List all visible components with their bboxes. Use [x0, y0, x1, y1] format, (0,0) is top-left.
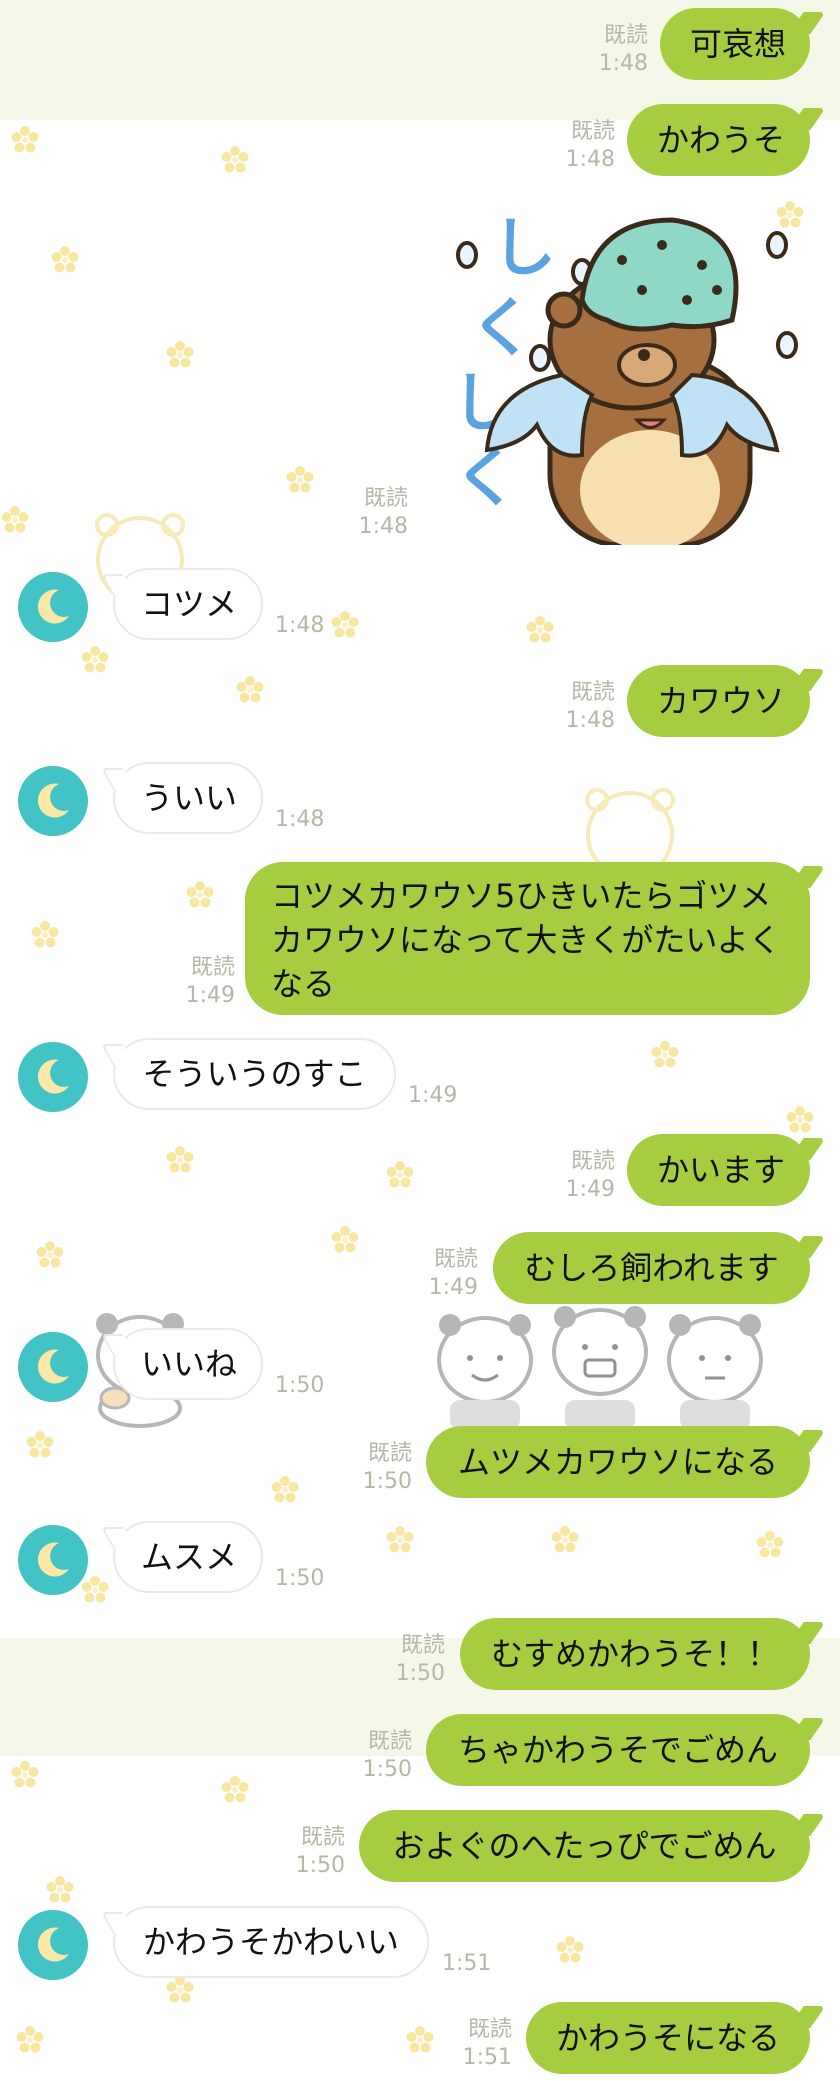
crying-bear-icecream-sticker[interactable]: し く し く — [432, 210, 812, 545]
their-message-bubble[interactable]: いいね — [113, 1328, 263, 1400]
their-message-bubble[interactable]: かわうそかわいい — [113, 1906, 429, 1978]
moon-icon — [37, 783, 69, 818]
message-row: 既読 1:48 し く し く — [0, 210, 840, 550]
message-row: 既読 1:48 かわうそ — [0, 104, 840, 178]
message-time: 1:48 — [565, 147, 615, 172]
read-receipt: 既読 — [570, 680, 615, 705]
message-meta: 既読 1:50 — [332, 1728, 412, 1784]
message-meta: 既読 1:50 — [332, 1440, 412, 1496]
message-meta: 既読 1:49 — [535, 1148, 615, 1204]
contact-avatar[interactable] — [18, 572, 88, 642]
message-row: 既読 1:50 ムツメカワウソになる — [0, 1426, 840, 1500]
read-receipt: 既読 — [400, 1633, 445, 1658]
read-receipt: 既読 — [603, 23, 648, 48]
read-receipt: 既読 — [367, 1729, 412, 1754]
contact-avatar[interactable] — [18, 1332, 88, 1402]
message-meta: 既読 1:48 — [568, 22, 648, 78]
message-meta: 既読 1:48 — [535, 679, 615, 735]
message-meta: 既読 1:51 — [432, 2016, 512, 2072]
message-time: 1:48 — [275, 613, 325, 638]
their-message-bubble[interactable]: ムスメ — [113, 1521, 263, 1593]
moon-icon — [37, 1349, 69, 1384]
their-message-bubble[interactable]: コツメ — [113, 568, 263, 640]
my-message-bubble[interactable]: およぐのへたっぴでごめん — [359, 1810, 810, 1882]
contact-avatar[interactable] — [18, 1910, 88, 1980]
message-row: コツメ 1:48 — [0, 568, 840, 644]
read-receipt: 既読 — [570, 1149, 615, 1174]
message-time: 1:51 — [442, 1951, 492, 1976]
message-time: 1:50 — [275, 1373, 325, 1398]
message-time: 1:48 — [598, 51, 648, 76]
message-time: 1:48 — [275, 807, 325, 832]
message-row: ういい 1:48 — [0, 762, 840, 838]
my-message-bubble[interactable]: かいます — [627, 1134, 810, 1206]
my-message-bubble[interactable]: ちゃかわうそでごめん — [426, 1714, 810, 1786]
message-time: 1:48 — [358, 514, 408, 539]
message-time: 1:50 — [362, 1469, 412, 1494]
their-message-bubble[interactable]: ういい — [113, 762, 263, 834]
contact-avatar[interactable] — [18, 1525, 88, 1595]
message-row: ムスメ 1:50 — [0, 1521, 840, 1597]
message-row: 既読 1:49 かいます — [0, 1134, 840, 1208]
message-time: 1:50 — [395, 1661, 445, 1686]
svg-text:し: し — [492, 212, 556, 286]
svg-text:く: く — [454, 442, 518, 516]
my-message-bubble[interactable]: 可哀想 — [660, 8, 810, 80]
read-receipt: 既読 — [363, 486, 408, 511]
my-message-bubble[interactable]: ムツメカワウソになる — [426, 1426, 810, 1498]
message-time: 1:49 — [408, 1083, 458, 1108]
message-meta: 既読 1:48 — [535, 118, 615, 174]
message-row: 既読 1:51 かわうそになる — [0, 2002, 840, 2076]
message-meta: 既読 1:50 — [265, 1824, 345, 1880]
message-row: 既読 1:50 ちゃかわうそでごめん — [0, 1714, 840, 1788]
svg-text:く: く — [470, 292, 534, 366]
message-time: 1:49 — [185, 983, 235, 1008]
message-meta: 既読 1:49 — [398, 1246, 478, 1302]
message-row: 既読 1:48 カワウソ — [0, 665, 840, 739]
my-message-bubble[interactable]: むすめかわうそ！！ — [460, 1618, 810, 1690]
contact-avatar[interactable] — [18, 766, 88, 836]
read-receipt: 既読 — [467, 2017, 512, 2042]
message-time: 1:50 — [362, 1757, 412, 1782]
message-row: 既読 1:49 コツメカワウソ5ひきいたらゴツメカワウソになって大きくがたいよく… — [0, 862, 840, 1017]
moon-icon — [37, 1927, 69, 1962]
their-message-bubble[interactable]: そういうのすこ — [113, 1038, 396, 1110]
read-receipt: 既読 — [190, 955, 235, 980]
message-meta: 既読 1:49 — [155, 954, 235, 1010]
message-row: 既読 1:49 むしろ飼われます — [0, 1232, 840, 1306]
contact-avatar[interactable] — [18, 1042, 88, 1112]
message-row: いいね 1:50 — [0, 1328, 840, 1404]
moon-icon — [37, 1059, 69, 1094]
message-row: 既読 1:48 可哀想 — [0, 8, 840, 82]
message-time: 1:51 — [462, 2045, 512, 2070]
my-message-bubble[interactable]: コツメカワウソ5ひきいたらゴツメカワウソになって大きくがたいよくなる — [245, 862, 810, 1015]
read-receipt: 既読 — [433, 1247, 478, 1272]
read-receipt: 既読 — [300, 1825, 345, 1850]
message-time: 1:50 — [275, 1566, 325, 1591]
moon-icon — [37, 589, 69, 624]
message-row: 既読 1:50 むすめかわうそ！！ — [0, 1618, 840, 1692]
my-message-bubble[interactable]: かわうそになる — [526, 2002, 810, 2074]
message-time: 1:48 — [565, 708, 615, 733]
message-row: そういうのすこ 1:49 — [0, 1038, 840, 1114]
message-time: 1:50 — [295, 1853, 345, 1878]
my-message-bubble[interactable]: カワウソ — [627, 665, 810, 737]
message-meta: 既読 1:50 — [365, 1632, 445, 1688]
message-time: 1:49 — [428, 1275, 478, 1300]
message-row: 既読 1:50 およぐのへたっぴでごめん — [0, 1810, 840, 1884]
message-row: かわうそかわいい 1:51 — [0, 1906, 840, 1982]
my-message-bubble[interactable]: むしろ飼われます — [493, 1232, 810, 1304]
moon-icon — [37, 1542, 69, 1577]
read-receipt: 既読 — [367, 1441, 412, 1466]
my-message-bubble[interactable]: かわうそ — [627, 104, 810, 176]
read-receipt: 既読 — [570, 119, 615, 144]
message-meta: 既読 1:48 — [328, 485, 408, 541]
message-time: 1:49 — [565, 1177, 615, 1202]
